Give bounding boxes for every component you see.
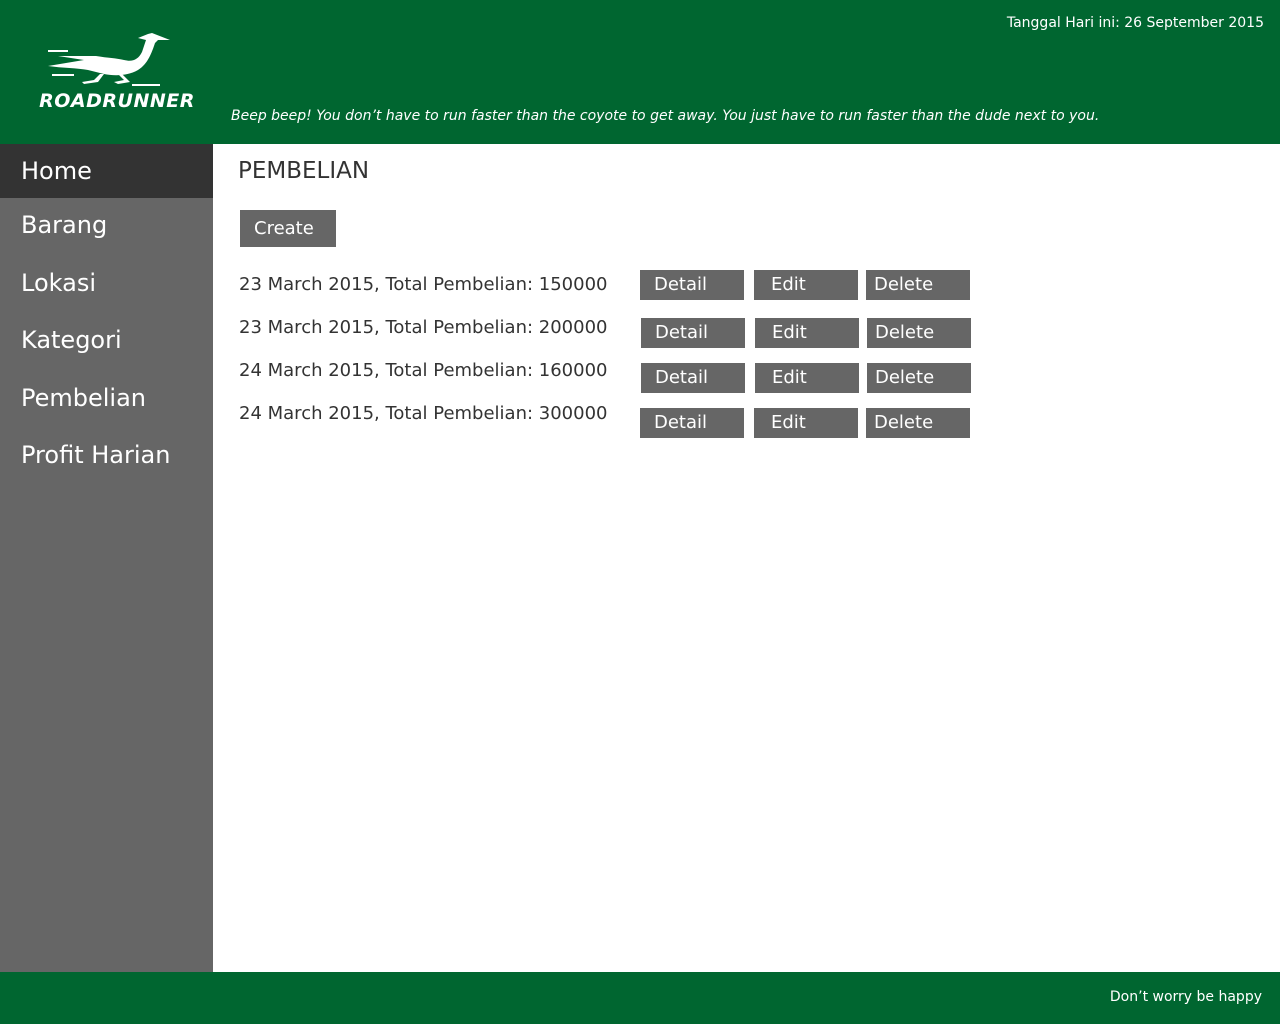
- detail-button[interactable]: Detail: [640, 270, 744, 300]
- purchase-row-text: 24 March 2015, Total Pembelian: 300000: [239, 403, 608, 424]
- page-title: PEMBELIAN: [238, 158, 370, 184]
- edit-button[interactable]: Edit: [755, 363, 859, 393]
- sidebar-item-pembelian[interactable]: Pembelian: [0, 371, 213, 429]
- sidebar-item-lokasi[interactable]: Lokasi: [0, 256, 213, 314]
- logo-text: ROADRUNNER: [39, 90, 195, 112]
- current-date: Tanggal Hari ini: 26 September 2015: [1006, 15, 1264, 31]
- sidebar: Home Barang Lokasi Kategori Pembelian Pr…: [0, 144, 213, 972]
- roadrunner-logo[interactable]: ROADRUNNER: [34, 30, 200, 114]
- delete-button[interactable]: Delete: [866, 270, 970, 300]
- edit-button[interactable]: Edit: [755, 318, 859, 348]
- main-content: PEMBELIAN Create 23 March 2015, Total Pe…: [213, 144, 1280, 972]
- sidebar-item-kategori[interactable]: Kategori: [0, 313, 213, 371]
- sidebar-item-home[interactable]: Home: [0, 144, 213, 198]
- footer-text: Don’t worry be happy: [1109, 989, 1262, 1005]
- delete-button[interactable]: Delete: [867, 318, 971, 348]
- create-button[interactable]: Create: [240, 210, 336, 247]
- footer: Don’t worry be happy: [0, 972, 1280, 1024]
- purchase-row-text: 24 March 2015, Total Pembelian: 160000: [239, 360, 608, 381]
- tagline: Beep beep! You don’t have to run faster …: [231, 108, 1100, 124]
- purchase-row-text: 23 March 2015, Total Pembelian: 150000: [239, 274, 608, 295]
- roadrunner-bird-icon: [48, 33, 170, 86]
- detail-button[interactable]: Detail: [641, 318, 745, 348]
- delete-button[interactable]: Delete: [867, 363, 971, 393]
- delete-button[interactable]: Delete: [866, 408, 970, 438]
- header: ROADRUNNER Tanggal Hari ini: 26 Septembe…: [0, 0, 1280, 144]
- edit-button[interactable]: Edit: [754, 408, 858, 438]
- sidebar-item-barang[interactable]: Barang: [0, 198, 213, 256]
- detail-button[interactable]: Detail: [641, 363, 745, 393]
- purchase-row-text: 23 March 2015, Total Pembelian: 200000: [239, 317, 608, 338]
- edit-button[interactable]: Edit: [754, 270, 858, 300]
- detail-button[interactable]: Detail: [640, 408, 744, 438]
- sidebar-item-profit-harian[interactable]: Profit Harian: [0, 428, 213, 486]
